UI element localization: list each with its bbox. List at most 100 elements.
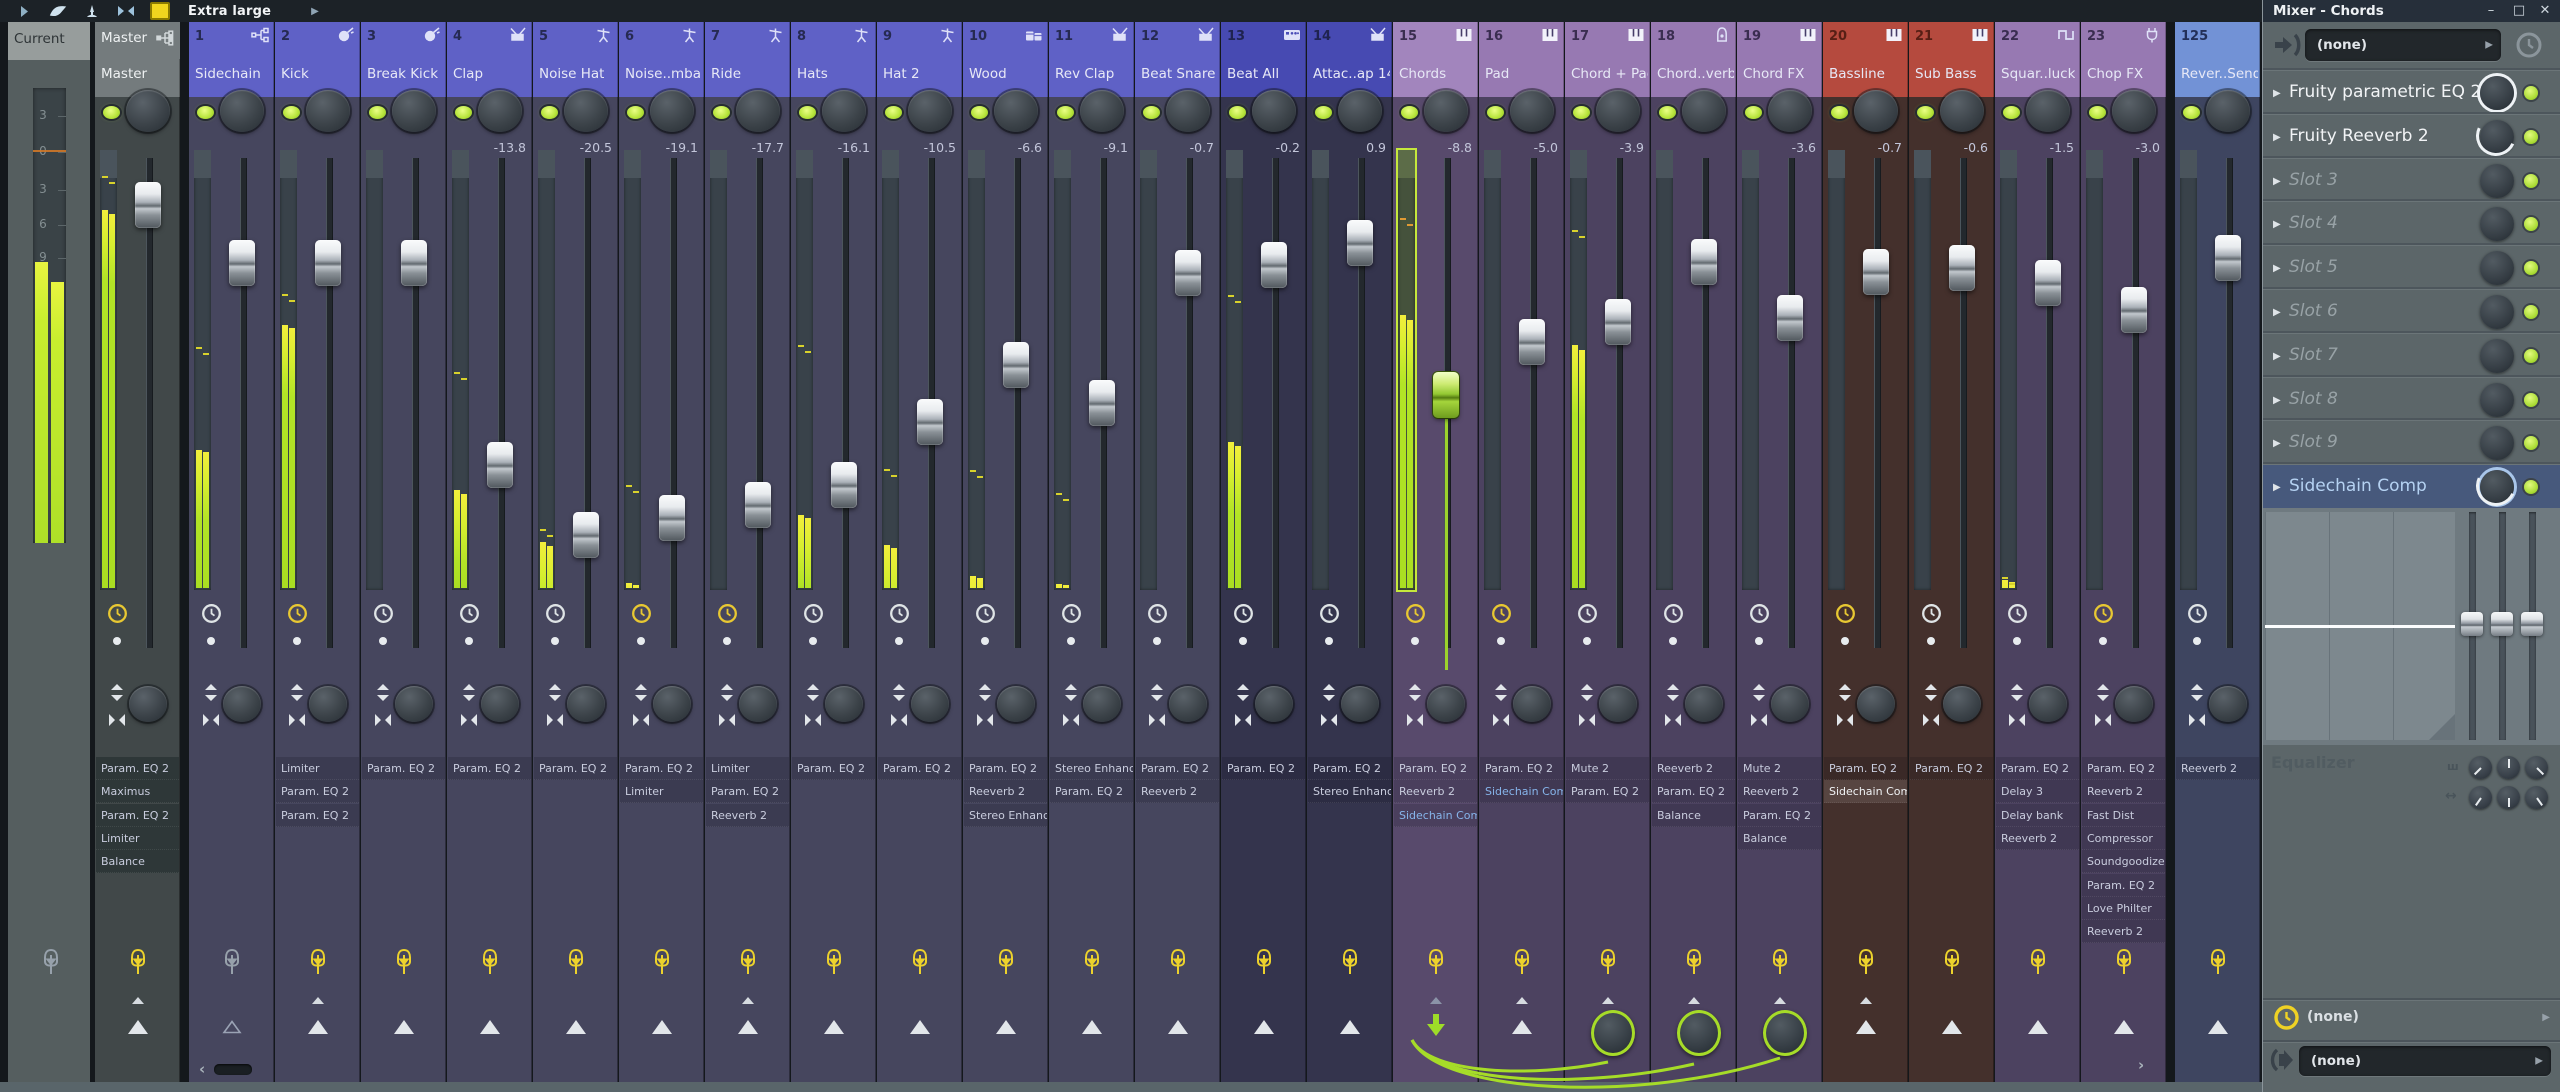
eq-gain-knob[interactable] <box>2469 786 2492 809</box>
fx-slot-label[interactable]: Param. EQ 2 <box>1222 757 1305 780</box>
fx-slot-label[interactable]: Maximus <box>96 780 179 804</box>
fx-slot-label[interactable]: Reeverb 2 <box>1136 780 1219 804</box>
swap-updown-icon[interactable] <box>1148 684 1166 701</box>
swap-updown-icon[interactable] <box>2094 684 2112 701</box>
stereo-lr-icon[interactable] <box>804 712 822 728</box>
mute-led[interactable] <box>197 106 214 119</box>
mute-led[interactable] <box>1831 106 1848 119</box>
fx-slot-label[interactable]: Param. EQ 2 <box>1996 757 2079 780</box>
stereo-sep-knob[interactable] <box>1341 686 1379 722</box>
stereo-lr-icon[interactable] <box>632 712 650 728</box>
stereo-sep-knob[interactable] <box>1857 686 1895 722</box>
record-clock-icon[interactable] <box>2187 603 2208 624</box>
stereo-lr-icon[interactable] <box>2008 712 2026 728</box>
route-up-arrow-icon[interactable] <box>2114 1020 2134 1034</box>
swap-updown-icon[interactable] <box>2188 684 2206 701</box>
fx-slot-label[interactable]: Reeverb 2 <box>1652 757 1735 780</box>
fx-slot-label[interactable]: Param. EQ 2 <box>1566 780 1649 804</box>
slot-caret-icon[interactable]: ▶ <box>2273 132 2281 143</box>
mute-led[interactable] <box>369 106 386 119</box>
fx-slot-label[interactable]: Soundgoodizer <box>2082 850 2165 874</box>
fader-track[interactable] <box>756 158 763 648</box>
slot-enable-led[interactable] <box>2524 480 2538 495</box>
volume-fader-handle[interactable] <box>1175 250 1201 296</box>
slot-mix-knob[interactable] <box>2480 119 2514 154</box>
route-up-small-icon[interactable] <box>1688 997 1700 1004</box>
record-clock-icon[interactable] <box>1061 603 1082 624</box>
audio-out-plug-icon[interactable] <box>1339 948 1361 978</box>
mute-led[interactable] <box>1745 106 1762 119</box>
mute-led[interactable] <box>455 106 472 119</box>
channel-header[interactable]: 20 Bassline <box>1823 22 1908 97</box>
fader-track[interactable] <box>1186 158 1193 648</box>
volume-fader-handle[interactable] <box>1691 239 1717 285</box>
swap-updown-icon[interactable] <box>1234 684 1252 701</box>
stereo-lr-icon[interactable] <box>1922 712 1940 728</box>
fader-track[interactable] <box>584 158 591 648</box>
record-clock-icon[interactable] <box>1319 603 1340 624</box>
route-up-arrow-icon[interactable] <box>1856 1020 1876 1034</box>
pan-knob[interactable] <box>1682 90 1726 132</box>
stereo-sep-knob[interactable] <box>129 686 167 722</box>
slide-tool-icon[interactable] <box>82 2 102 20</box>
mute-led[interactable] <box>1143 106 1160 119</box>
mute-led[interactable] <box>1659 106 1676 119</box>
audio-out-plug-icon[interactable] <box>479 948 501 978</box>
route-up-arrow-icon[interactable] <box>2208 1020 2228 1034</box>
audio-out-plug-icon[interactable] <box>1253 948 1275 978</box>
stereo-lr-icon[interactable] <box>2188 712 2206 728</box>
fader-track[interactable] <box>1874 158 1881 648</box>
view-size-label[interactable]: Extra large <box>188 4 271 19</box>
slot-enable-led[interactable] <box>2524 86 2538 100</box>
fx-slot-label[interactable]: Love Philter <box>2082 896 2165 920</box>
stereo-sep-knob[interactable] <box>223 686 261 722</box>
stereo-sep-knob[interactable] <box>567 686 605 722</box>
stereo-lr-icon[interactable] <box>1062 712 1080 728</box>
stereo-sep-knob[interactable] <box>2209 686 2247 722</box>
slot-mix-knob[interactable] <box>2480 251 2514 286</box>
channel-header[interactable]: 18 Chord..verb <box>1651 22 1736 97</box>
stereo-sep-knob[interactable] <box>739 686 777 722</box>
slot-caret-icon[interactable]: ▶ <box>2273 351 2281 362</box>
eq-band1-slider[interactable] <box>2461 612 2483 636</box>
fx-slot-label[interactable]: Param. EQ 2 <box>96 757 179 780</box>
record-clock-icon[interactable] <box>1577 603 1598 624</box>
slot-caret-icon[interactable]: ▶ <box>2273 176 2281 187</box>
effect-slot-8[interactable]: ▶ Slot 8 <box>2263 376 2560 421</box>
stereo-lr-icon[interactable] <box>108 712 126 728</box>
route-up-arrow-icon[interactable] <box>1168 1020 1188 1034</box>
fx-slot-label[interactable]: Reeverb 2 <box>2082 780 2165 804</box>
volume-fader-handle[interactable] <box>2121 287 2147 333</box>
pan-knob[interactable] <box>1940 90 1984 132</box>
stereo-lr-icon[interactable] <box>718 712 736 728</box>
pan-knob[interactable] <box>1854 90 1898 132</box>
slot-caret-icon[interactable]: ▶ <box>2273 307 2281 318</box>
route-up-arrow-icon[interactable] <box>1254 1020 1274 1034</box>
fader-track[interactable] <box>2132 158 2139 648</box>
audio-out-plug-icon[interactable] <box>2027 948 2049 978</box>
volume-fader-handle[interactable] <box>831 462 857 508</box>
audio-out-plug-icon[interactable] <box>1597 948 1619 978</box>
swap-updown-icon[interactable] <box>890 684 908 701</box>
audio-out-plug-icon[interactable] <box>307 948 329 978</box>
audio-out-plug-icon[interactable] <box>651 948 673 978</box>
slot-enable-led[interactable] <box>2524 261 2538 276</box>
channel-header[interactable]: 2 Kick <box>275 22 360 97</box>
volume-fader-handle[interactable] <box>1261 242 1287 288</box>
slot-enable-led[interactable] <box>2524 305 2538 319</box>
effect-slot-5[interactable]: ▶ Slot 5 <box>2263 245 2560 289</box>
mute-led[interactable] <box>885 106 902 119</box>
channel-header[interactable]: 15 Chords <box>1393 22 1478 97</box>
slot-caret-icon[interactable]: ▶ <box>2273 263 2281 274</box>
eq-gain-knob[interactable] <box>2525 756 2548 779</box>
pan-knob[interactable] <box>2026 90 2070 132</box>
stereo-sep-knob[interactable] <box>911 686 949 722</box>
effect-slot-4[interactable]: ▶ Slot 4 <box>2263 201 2560 245</box>
fader-track[interactable] <box>842 158 849 648</box>
record-clock-icon[interactable] <box>1147 603 1168 624</box>
swap-updown-icon[interactable] <box>1922 684 1940 701</box>
fader-track[interactable] <box>1014 158 1021 648</box>
record-clock-icon[interactable] <box>717 603 738 624</box>
route-up-arrow-icon[interactable] <box>1340 1020 1360 1034</box>
volume-fader-handle[interactable] <box>401 240 427 286</box>
